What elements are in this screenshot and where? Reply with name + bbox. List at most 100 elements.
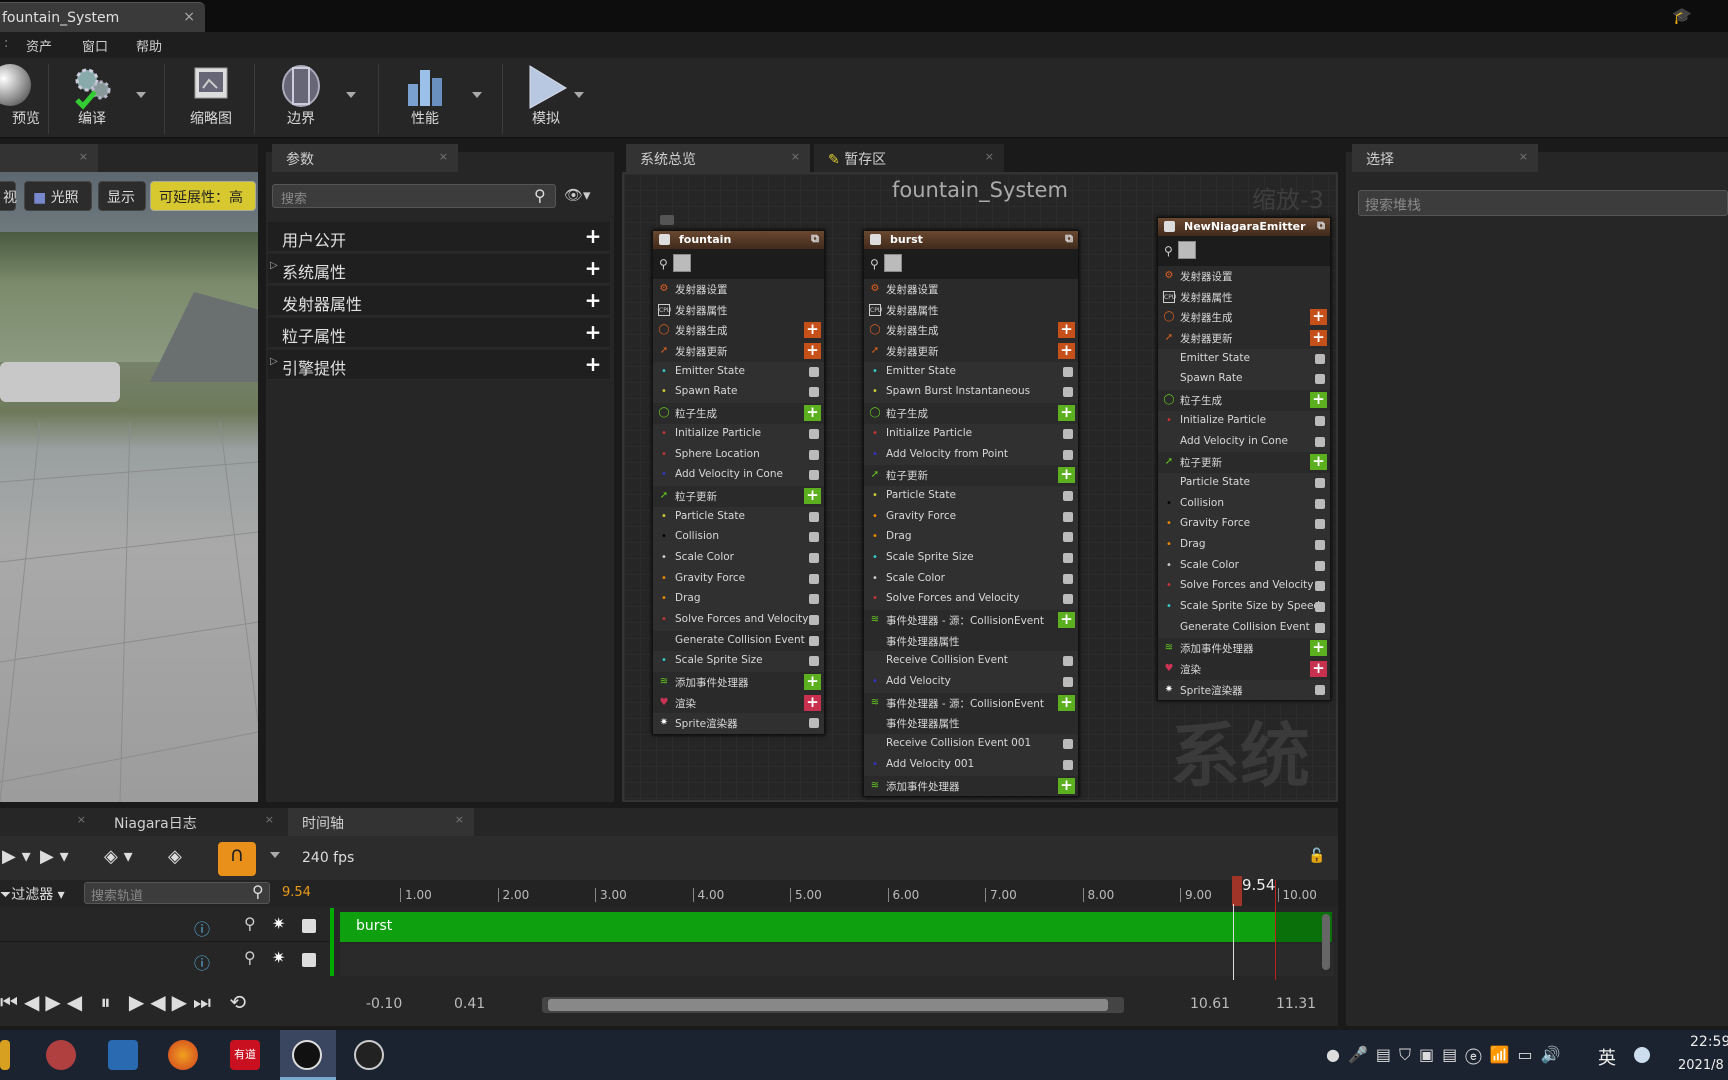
node-module-row[interactable]: • Collision [653, 527, 824, 548]
preview-button[interactable]: 预览 [0, 60, 40, 134]
node-section-row[interactable]: ⚙ 发射器设置 [1158, 266, 1330, 287]
add-icon[interactable]: + [584, 354, 602, 374]
module-enable-checkbox[interactable] [809, 532, 819, 543]
graduation-cap-icon[interactable]: 🎓 [1672, 6, 1694, 25]
add-icon[interactable]: + [584, 322, 602, 342]
node-module-row[interactable]: • Scale Sprite Size [653, 651, 824, 673]
module-enable-checkbox[interactable] [809, 635, 819, 646]
node-section-row[interactable]: ◯ 粒子生成 + [1158, 390, 1330, 411]
play-options-icon[interactable]: ▶ ▾ [40, 846, 69, 867]
module-enable-checkbox[interactable] [809, 470, 819, 481]
node-module-row[interactable]: • Drag [653, 589, 824, 610]
param-row-engine[interactable]: ▷ 引擎提供 + [268, 350, 610, 380]
module-enable-checkbox[interactable] [1315, 519, 1325, 530]
module-enable-checkbox[interactable] [1063, 511, 1073, 522]
add-module-button[interactable]: + [1310, 661, 1327, 678]
node-module-row[interactable]: • Solve Forces and Velocity [653, 610, 824, 631]
node-module-row[interactable]: ✷ Sprite渲染器 [653, 713, 824, 735]
youdao-icon[interactable]: 有道 [230, 1040, 260, 1070]
search-icon[interactable]: ⚲ [252, 882, 264, 901]
viewport[interactable] [0, 172, 258, 802]
play-range-start[interactable]: 0.41 [454, 996, 485, 1012]
module-enable-checkbox[interactable] [1315, 415, 1325, 426]
add-module-button[interactable]: + [1058, 612, 1075, 628]
node-module-row[interactable]: • Add Velocity [864, 672, 1078, 693]
track-scrollbar[interactable] [1322, 914, 1330, 970]
add-icon[interactable]: + [584, 258, 602, 278]
node-module-row[interactable]: • Emitter State [653, 361, 824, 383]
node-section-row[interactable]: CPU 发射器属性 [1158, 286, 1330, 308]
add-module-button[interactable]: + [804, 343, 821, 360]
close-icon[interactable]: × [791, 150, 800, 163]
node-module-row[interactable]: • Drag [864, 527, 1078, 548]
node-section-row[interactable]: 事件处理器属性 [864, 713, 1078, 735]
module-enable-checkbox[interactable] [1063, 739, 1073, 750]
node-section-row[interactable]: Generate Collision Event [653, 630, 824, 652]
module-enable-checkbox[interactable] [1063, 387, 1073, 398]
node-module-row[interactable]: Generate Collision Event [1158, 617, 1330, 639]
simulate-button[interactable]: 模拟 [512, 60, 580, 134]
node-module-row[interactable]: • Solve Forces and Velocity [1158, 576, 1330, 597]
lock-icon[interactable]: 🔓 [1308, 848, 1325, 864]
menu-assets[interactable]: 资产 [26, 36, 52, 55]
compile-dropdown-arrow[interactable] [136, 92, 146, 98]
unreal-icon[interactable] [292, 1040, 322, 1070]
time-ruler[interactable]: 1.00 2.00 3.00 4.00 5.00 6.00 7.00 8.00 9.00 10.0… [340, 880, 1334, 906]
simulate-dropdown-arrow[interactable] [574, 92, 584, 98]
close-icon[interactable]: × [183, 9, 195, 25]
add-module-button[interactable]: + [1058, 777, 1075, 794]
node-header[interactable]: burst ⧉ [864, 231, 1078, 249]
bounds-dropdown-arrow[interactable] [346, 92, 356, 98]
node-section-row[interactable]: ➚ 粒子更新 + [653, 485, 824, 507]
tab-selection[interactable]: 选择 × [1352, 144, 1538, 172]
node-module-row[interactable]: • Initialize Particle [1158, 410, 1330, 432]
emitter-enable-checkbox[interactable] [1164, 221, 1175, 232]
add-module-button[interactable]: + [1310, 330, 1327, 347]
node-module-row[interactable]: • Drag [1158, 534, 1330, 556]
node-section-row[interactable]: ♥ 渲染 + [1158, 659, 1330, 680]
view-range-start[interactable]: -0.10 [366, 996, 402, 1012]
node-module-row[interactable]: Receive Collision Event 001 [864, 734, 1078, 755]
add-module-button[interactable]: + [804, 322, 821, 339]
node-module-row[interactable]: • Solve Forces and Velocity [864, 589, 1078, 610]
node-module-row[interactable]: • Add Velocity from Point [864, 444, 1078, 466]
show-button[interactable]: 显示 [98, 181, 146, 211]
node-section-row[interactable]: CPU 发射器属性 [653, 299, 824, 321]
module-enable-checkbox[interactable] [1063, 677, 1073, 688]
node-module-row[interactable]: • Scale Color [864, 568, 1078, 590]
param-row-particle[interactable]: 粒子属性 + [268, 318, 610, 348]
node-module-row[interactable]: • Scale Sprite Size by Speed [1158, 597, 1330, 618]
module-enable-checkbox[interactable] [809, 511, 819, 522]
node-module-row[interactable]: • Gravity Force [864, 506, 1078, 528]
emitter-node-new[interactable]: NewNiagaraEmitter ⧉ ⚲ ⚙ 发射器设置 CPU 发射器属性 ◯ 发射器生成 +… [1157, 217, 1331, 702]
module-enable-checkbox[interactable] [1063, 552, 1073, 563]
add-module-button[interactable]: + [804, 405, 821, 422]
module-enable-checkbox[interactable] [1063, 449, 1073, 460]
node-module-row[interactable]: • Collision [1158, 493, 1330, 515]
param-row-system[interactable]: ▷ 系统属性 + [268, 254, 610, 284]
module-enable-checkbox[interactable] [1315, 436, 1325, 447]
node-section-row[interactable]: 事件处理器属性 [864, 630, 1078, 652]
node-section-row[interactable]: ➚ 发射器更新 + [864, 341, 1078, 362]
add-icon[interactable]: + [584, 226, 602, 246]
node-section-row[interactable]: ➚ 发射器更新 + [653, 341, 824, 362]
node-module-row[interactable]: • Add Velocity in Cone [653, 465, 824, 486]
timeline-tab-left[interactable]: × [0, 808, 96, 836]
notification-icon[interactable] [1634, 1047, 1650, 1063]
sprite-icon[interactable]: ✷ [272, 948, 285, 967]
bounds-button[interactable]: 边界 [266, 60, 336, 134]
module-enable-checkbox[interactable] [1315, 622, 1325, 633]
taskbar-folder-icon[interactable] [0, 1040, 10, 1070]
pin-icon[interactable]: ⚲ [870, 257, 879, 271]
track-search-input[interactable]: 搜索轨道 [84, 882, 270, 904]
node-module-row[interactable]: • Scale Sprite Size [864, 547, 1078, 569]
node-module-row[interactable]: • Scale Color [653, 547, 824, 569]
add-module-button[interactable]: + [1058, 405, 1075, 422]
menu-window[interactable]: 窗口 [82, 36, 108, 55]
view-mode-button[interactable]: 视 [0, 181, 17, 211]
pin-icon[interactable]: ⚲ [244, 948, 256, 967]
add-module-button[interactable]: + [1058, 322, 1075, 339]
lighting-button[interactable]: ■ 光照 [24, 181, 92, 211]
key-icon[interactable]: ◈ ▾ [104, 846, 133, 867]
params-tab[interactable]: 参数 × [272, 144, 458, 172]
